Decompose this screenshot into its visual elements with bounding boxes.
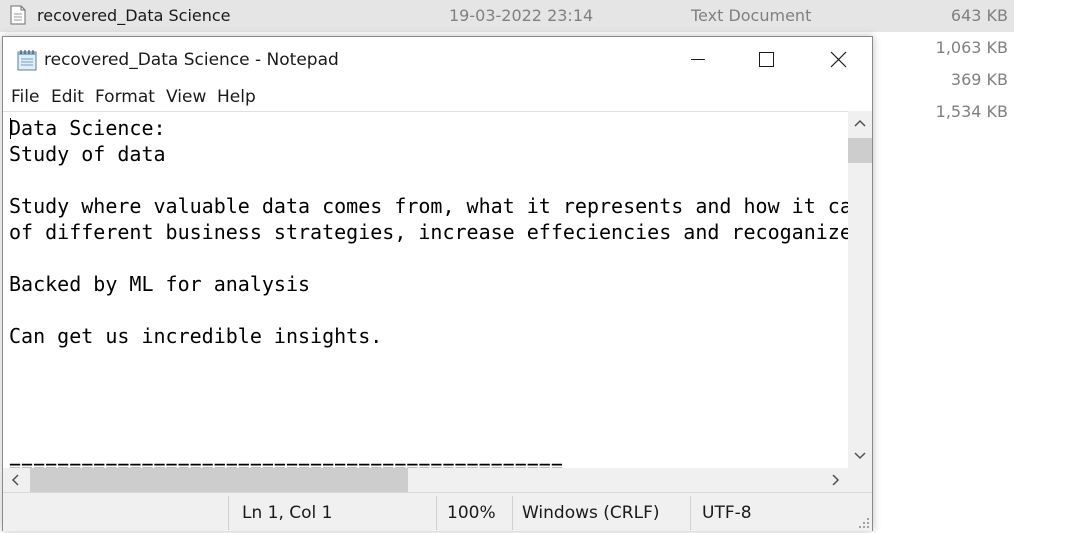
editor-content: Data Science: Study of data Study where … [9,116,848,469]
status-cursor-position: Ln 1, Col 1 [242,503,333,523]
maximize-icon [759,52,774,67]
window-title: recovered_Data Science - Notepad [44,50,339,70]
file-size: 1,063 KB [935,38,1008,57]
close-button[interactable] [804,37,872,83]
file-size: 1,534 KB [935,102,1008,121]
menu-help[interactable]: Help [217,87,256,107]
status-bar: Ln 1, Col 1 100% Windows (CRLF) UTF-8 [3,492,872,531]
status-separator [436,496,437,530]
explorer-file-row[interactable]: recovered_Data Science 19-03-2022 23:14 … [0,0,1014,32]
status-line-ending: Windows (CRLF) [522,503,660,523]
text-caret [10,118,11,139]
scroll-right-arrow-icon[interactable] [824,468,848,492]
notepad-window: recovered_Data Science - Notepad File Ed… [2,36,873,531]
horizontal-scrollbar[interactable] [3,468,848,492]
menu-bar: File Edit Format View Help [3,83,872,111]
menu-view[interactable]: View [166,87,206,107]
minimize-icon [691,59,705,60]
vertical-scrollbar[interactable] [848,111,872,468]
scroll-left-arrow-icon[interactable] [3,468,27,492]
title-bar[interactable]: recovered_Data Science - Notepad [3,37,872,83]
text-editor[interactable]: Data Science: Study of data Study where … [3,111,848,469]
close-icon [830,51,847,68]
file-name: recovered_Data Science [37,6,231,25]
status-zoom: 100% [447,503,496,523]
text-document-icon [10,5,26,25]
scrollbar-corner [848,468,872,492]
file-size: 369 KB [950,70,1008,89]
status-encoding: UTF-8 [702,503,752,523]
horizontal-scroll-thumb[interactable] [30,468,408,492]
desktop: recovered_Data Science 19-03-2022 23:14 … [0,0,1065,533]
status-separator [690,496,691,530]
resize-grip-icon[interactable] [858,517,870,529]
menu-edit[interactable]: Edit [51,87,84,107]
status-separator [228,496,229,530]
notepad-app-icon [17,50,37,71]
scroll-up-arrow-icon[interactable] [848,111,872,135]
file-date-modified: 19-03-2022 23:14 [449,6,594,25]
minimize-button[interactable] [664,37,732,83]
vertical-scroll-thumb[interactable] [848,138,872,163]
status-separator [512,496,513,530]
file-size: 643 KB [950,6,1008,25]
file-type: Text Document [691,6,812,25]
menu-format[interactable]: Format [95,87,155,107]
maximize-button[interactable] [732,37,800,83]
menu-file[interactable]: File [11,87,39,107]
scroll-down-arrow-icon[interactable] [848,444,872,468]
